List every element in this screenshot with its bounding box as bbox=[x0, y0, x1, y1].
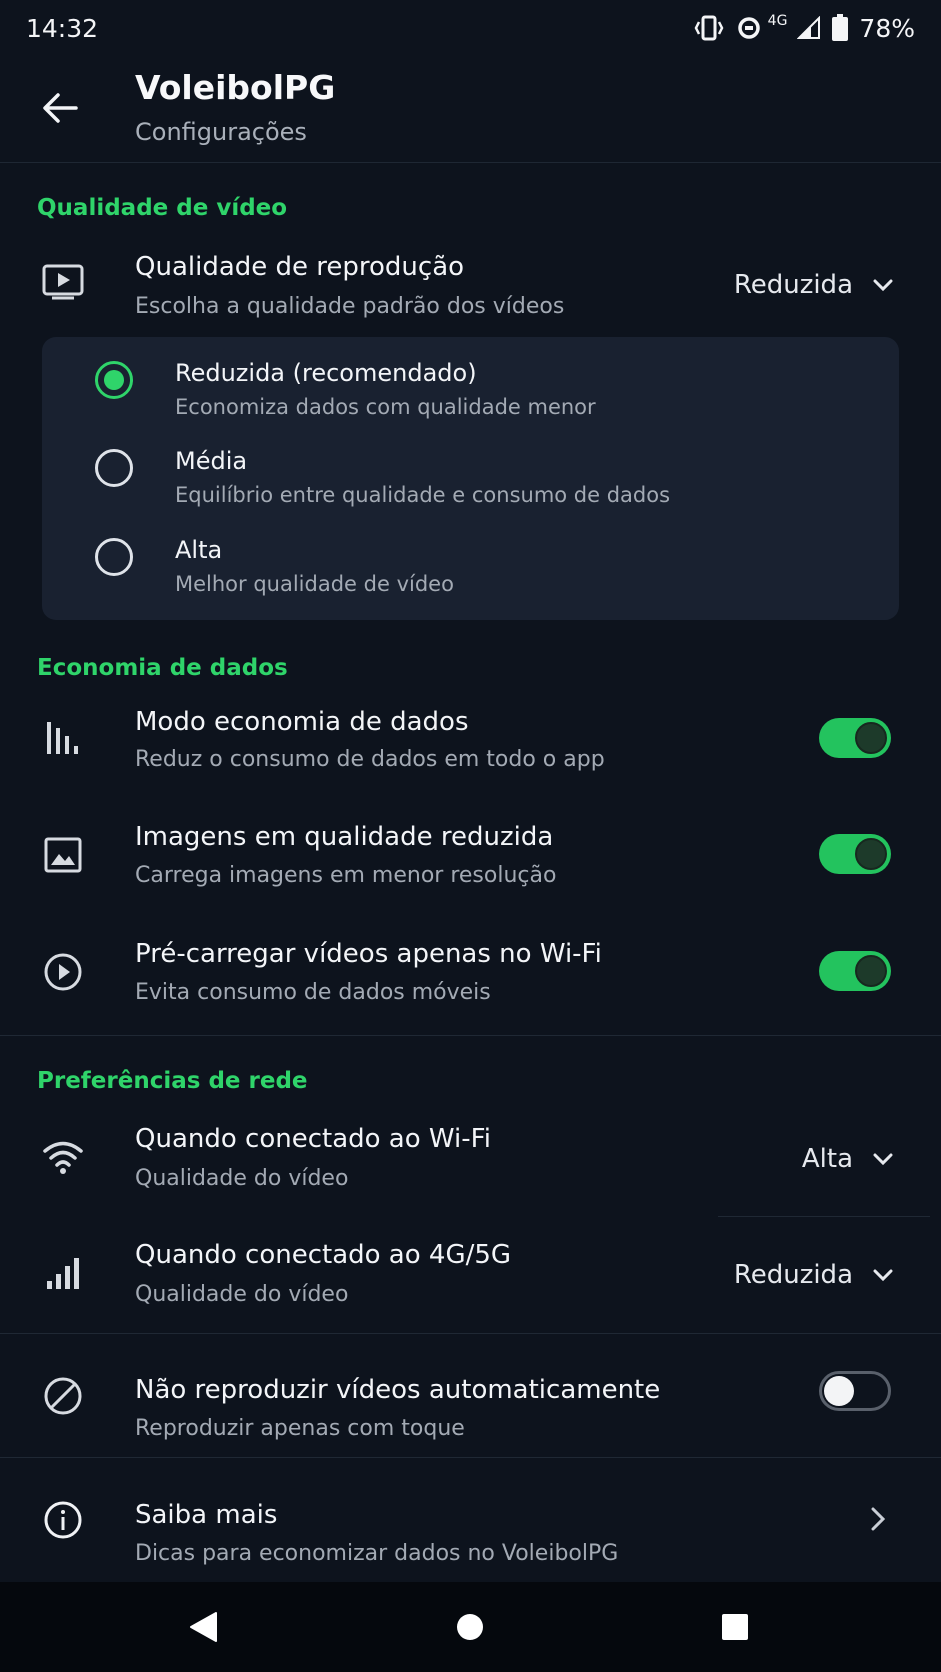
page-title: Configurações bbox=[135, 118, 307, 146]
toggle-knob bbox=[855, 838, 887, 870]
option-description: Melhor qualidade de vídeo bbox=[175, 572, 454, 596]
option-description: Economiza dados com qualidade menor bbox=[175, 395, 596, 419]
playback-quality-dropdown[interactable]: Reduzida bbox=[734, 270, 893, 300]
radio-button-reduced[interactable] bbox=[95, 361, 133, 399]
radio-button-high[interactable] bbox=[95, 538, 133, 576]
data-saver-icon bbox=[737, 17, 760, 39]
autoplay-toggle[interactable] bbox=[819, 1371, 891, 1411]
chevron-down-icon bbox=[873, 1153, 893, 1166]
status-icons: 4G 78% bbox=[694, 13, 915, 43]
chevron-right-icon bbox=[871, 1507, 885, 1531]
preload-wifi-row[interactable]: Pré-carregar vídeos apenas no Wi-Fi Evit… bbox=[0, 929, 941, 1029]
quality-options-card: Reduzida (recomendado) Economiza dados c… bbox=[42, 337, 899, 620]
square-recents-icon bbox=[722, 1614, 748, 1640]
mobile-quality-value: Reduzida bbox=[733, 1260, 853, 1290]
quality-option-high[interactable]: Alta Melhor qualidade de vídeo bbox=[42, 514, 899, 600]
autoplay-subtitle: Reproduzir apenas com toque bbox=[135, 1416, 465, 1441]
wifi-icon bbox=[38, 1132, 88, 1182]
option-label: Reduzida (recomendado) bbox=[175, 359, 477, 387]
divider bbox=[0, 1333, 941, 1334]
system-navigation-bar bbox=[0, 1582, 941, 1672]
playback-quality-title: Qualidade de reprodução bbox=[135, 252, 465, 282]
wifi-quality-dropdown[interactable]: Alta bbox=[802, 1144, 893, 1174]
divider bbox=[0, 1035, 941, 1036]
nav-recents-button[interactable] bbox=[712, 1604, 758, 1650]
section-title-network: Preferências de rede bbox=[37, 1068, 308, 1094]
data-saver-mode-title: Modo economia de dados bbox=[135, 707, 469, 737]
mobile-quality-subtitle: Qualidade do vídeo bbox=[135, 1282, 349, 1307]
image-icon bbox=[38, 830, 88, 880]
reduced-images-row[interactable]: Imagens em qualidade reduzida Carrega im… bbox=[0, 812, 941, 912]
section-title-data-saving: Economia de dados bbox=[37, 655, 288, 681]
playback-quality-row[interactable]: Qualidade de reprodução Escolha a qualid… bbox=[0, 240, 941, 326]
info-icon bbox=[38, 1495, 88, 1545]
chevron-down-icon bbox=[873, 279, 893, 292]
divider bbox=[718, 1216, 930, 1217]
app-bar: VoleibolPG Configurações bbox=[0, 56, 941, 163]
mobile-quality-dropdown[interactable]: Reduzida bbox=[734, 1260, 893, 1290]
cellular-signal-icon bbox=[38, 1248, 88, 1298]
option-description: Equilíbrio entre qualidade e consumo de … bbox=[175, 483, 671, 507]
wifi-quality-value: Alta bbox=[801, 1144, 853, 1174]
toggle-knob bbox=[855, 722, 887, 754]
learn-more-row[interactable]: Saiba mais Dicas para economizar dados n… bbox=[0, 1465, 941, 1577]
preload-wifi-title: Pré-carregar vídeos apenas no Wi-Fi bbox=[135, 939, 602, 969]
toggle-knob bbox=[824, 1376, 854, 1406]
status-time: 14:32 bbox=[26, 13, 99, 43]
learn-more-subtitle: Dicas para economizar dados no VoleibolP… bbox=[135, 1541, 619, 1566]
data-saver-mode-row[interactable]: Modo economia de dados Reduz o consumo d… bbox=[0, 695, 941, 795]
battery-icon bbox=[832, 14, 849, 41]
quality-option-reduced[interactable]: Reduzida (recomendado) Economiza dados c… bbox=[42, 337, 899, 423]
triangle-back-icon bbox=[190, 1612, 217, 1642]
data-saver-mode-subtitle: Reduz o consumo de dados em todo o app bbox=[135, 747, 605, 772]
back-button[interactable] bbox=[36, 84, 84, 132]
playback-quality-value: Reduzida bbox=[733, 270, 853, 300]
mobile-quality-row[interactable]: Quando conectado ao 4G/5G Qualidade do v… bbox=[0, 1226, 941, 1331]
battery-level: 78% bbox=[859, 13, 915, 43]
wifi-quality-subtitle: Qualidade do vídeo bbox=[135, 1166, 349, 1191]
vibrate-icon bbox=[694, 15, 724, 41]
nav-back-button[interactable] bbox=[180, 1604, 226, 1650]
play-circle-icon bbox=[38, 947, 88, 997]
option-label: Média bbox=[175, 447, 248, 475]
mobile-quality-title: Quando conectado ao 4G/5G bbox=[135, 1240, 512, 1270]
circle-home-icon bbox=[457, 1614, 483, 1640]
reduced-images-toggle[interactable] bbox=[819, 834, 891, 874]
preload-wifi-subtitle: Evita consumo de dados móveis bbox=[135, 980, 491, 1005]
chevron-down-icon bbox=[873, 1269, 893, 1282]
quality-option-medium[interactable]: Média Equilíbrio entre qualidade e consu… bbox=[42, 425, 899, 511]
data-saver-mode-toggle[interactable] bbox=[819, 718, 891, 758]
signal-icon bbox=[797, 16, 821, 39]
app-title: VoleibolPG bbox=[135, 68, 336, 107]
nav-home-button[interactable] bbox=[447, 1604, 493, 1650]
tv-icon bbox=[38, 257, 88, 307]
wifi-quality-title: Quando conectado ao Wi-Fi bbox=[135, 1124, 491, 1154]
reduced-images-title: Imagens em qualidade reduzida bbox=[135, 822, 554, 852]
divider bbox=[0, 1457, 941, 1458]
section-title-video-quality: Qualidade de vídeo bbox=[37, 195, 288, 221]
learn-more-title: Saiba mais bbox=[135, 1500, 278, 1530]
wifi-quality-row[interactable]: Quando conectado ao Wi-Fi Qualidade do v… bbox=[0, 1110, 941, 1215]
toggle-knob bbox=[855, 955, 887, 987]
radio-button-medium[interactable] bbox=[95, 449, 133, 487]
preload-wifi-toggle[interactable] bbox=[819, 951, 891, 991]
bar-chart-icon bbox=[38, 713, 88, 763]
block-icon bbox=[38, 1371, 88, 1421]
reduced-images-subtitle: Carrega imagens em menor resolução bbox=[135, 863, 557, 888]
autoplay-title: Não reproduzir vídeos automaticamente bbox=[135, 1375, 661, 1405]
autoplay-row[interactable]: Não reproduzir vídeos automaticamente Re… bbox=[0, 1343, 941, 1455]
option-label: Alta bbox=[175, 536, 223, 564]
playback-quality-subtitle: Escolha a qualidade padrão dos vídeos bbox=[135, 294, 565, 319]
network-type: 4G bbox=[767, 13, 788, 29]
status-bar: 14:32 4G 78% bbox=[0, 0, 941, 56]
arrow-left-icon bbox=[43, 93, 78, 123]
